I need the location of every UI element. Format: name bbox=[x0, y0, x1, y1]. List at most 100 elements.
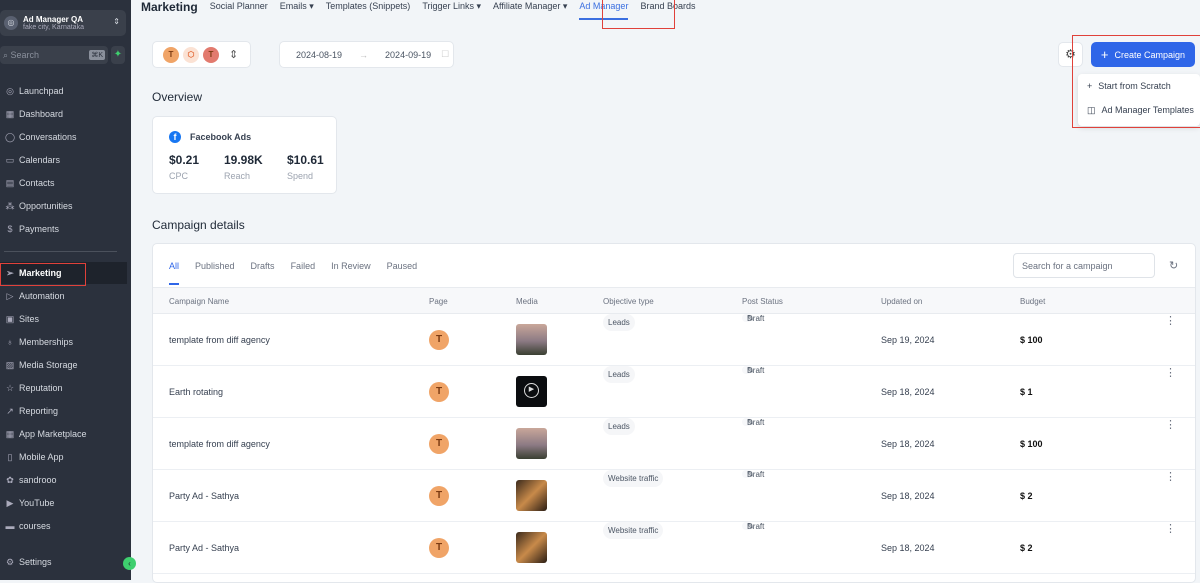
updated-on: Sep 18, 2024 bbox=[881, 543, 935, 553]
image-icon: ▨ bbox=[5, 359, 15, 370]
table-row[interactable]: Party Ad - Sathya T Website traffic ✎ Draft S… bbox=[153, 522, 1195, 574]
campaign-name[interactable]: template from diff agency bbox=[169, 335, 270, 345]
status-label: Draft bbox=[747, 470, 765, 479]
refresh-icon[interactable]: ↻ bbox=[1169, 259, 1178, 272]
facebook-ads-card: f Facebook Ads $0.21 CPC 19.98K Reach $10.61… bbox=[152, 116, 337, 194]
sidebar-search[interactable]: ⌕ Search ⌘K bbox=[0, 46, 108, 64]
campaign-search-input[interactable]: Search for a campaign bbox=[1013, 253, 1155, 278]
table-row[interactable]: Party Ad - Sathya T Website traffic ✎ Draft S… bbox=[153, 470, 1195, 522]
status-label: Draft bbox=[747, 418, 765, 427]
media-thumbnail[interactable]: ▶ bbox=[516, 376, 547, 407]
post-status: ✎ Draft bbox=[742, 418, 764, 427]
date-to: 2024-09-19 bbox=[385, 49, 432, 60]
sidebar: ◎ Ad Manager QA fake city, Karnataka ⇕ ⌕… bbox=[0, 0, 136, 580]
table-row[interactable]: template from diff agency T Leads ✎ Draft Sep… bbox=[153, 418, 1195, 470]
shortcut-badge: ⌘K bbox=[89, 50, 105, 60]
tab-templates-snippets[interactable]: Templates (Snippets) bbox=[326, 0, 411, 12]
media-thumbnail[interactable] bbox=[516, 428, 547, 459]
tab-paused[interactable]: Paused bbox=[387, 261, 418, 271]
tab-emails[interactable]: Emails ▾ bbox=[280, 0, 314, 12]
media-thumbnail[interactable] bbox=[516, 480, 547, 511]
collapse-sidebar-button[interactable]: ‹ bbox=[123, 557, 136, 570]
sidebar-item-label: Opportunities bbox=[19, 201, 73, 211]
tab-drafts[interactable]: Drafts bbox=[251, 261, 275, 271]
sidebar-item-payments[interactable]: $ Payments bbox=[0, 218, 127, 240]
objective-chip: Website traffic bbox=[603, 470, 664, 487]
more-options-icon[interactable]: ⋮ bbox=[1165, 522, 1176, 535]
gear-icon: ⚙ bbox=[5, 556, 15, 567]
sidebar-item-label: Memberships bbox=[19, 337, 74, 347]
award-icon: ♁ bbox=[6, 337, 14, 347]
sidebar-item-launchpad[interactable]: ◎ Launchpad bbox=[0, 80, 127, 102]
youtube-icon: ▶ bbox=[6, 497, 14, 508]
updated-on: Sep 19, 2024 bbox=[881, 335, 935, 345]
more-options-icon[interactable]: ⋮ bbox=[1165, 418, 1176, 431]
chevron-updown-icon: ⇕ bbox=[229, 49, 239, 61]
media-thumbnail[interactable] bbox=[516, 324, 547, 355]
sidebar-item-label: courses bbox=[19, 521, 51, 531]
tab-in-review[interactable]: In Review bbox=[331, 261, 371, 271]
tab-failed[interactable]: Failed bbox=[291, 261, 316, 271]
sidebar-item-conversations[interactable]: ◯ Conversations bbox=[0, 126, 127, 148]
account-filter[interactable]: T ⬡ T ⇕ bbox=[152, 41, 251, 68]
grid-icon: ▦ bbox=[5, 428, 15, 439]
status-label: Draft bbox=[747, 366, 765, 375]
sidebar-item-label: Sites bbox=[19, 314, 40, 324]
tab-social-planner[interactable]: Social Planner bbox=[210, 0, 268, 12]
campaigns-table-card: All Published Drafts Failed In Review Paused … bbox=[152, 243, 1196, 583]
highlight-box bbox=[602, 0, 675, 29]
column-header: Objective type bbox=[603, 297, 654, 306]
sidebar-item-contacts[interactable]: ▤ Contacts bbox=[0, 172, 127, 194]
sidebar-item-reporting[interactable]: ↗ Reporting bbox=[0, 400, 127, 422]
campaign-name[interactable]: Party Ad - Sathya bbox=[169, 491, 239, 501]
sidebar-item-courses[interactable]: ▬ courses bbox=[0, 515, 127, 537]
budget: $ 2 bbox=[1020, 491, 1033, 501]
tab-published[interactable]: Published bbox=[195, 261, 235, 271]
sidebar-item-automation[interactable]: ▷ Automation bbox=[0, 285, 127, 307]
more-options-icon[interactable]: ⋮ bbox=[1165, 314, 1176, 327]
date-range-picker[interactable]: 2024-08-19 → 2024-09-19 ☐ bbox=[279, 41, 454, 68]
budget: $ 2 bbox=[1020, 543, 1033, 553]
sidebar-item-sandrooo[interactable]: ✿ sandrooo bbox=[0, 469, 127, 491]
sidebar-item-dashboard[interactable]: ▦ Dashboard bbox=[0, 103, 127, 125]
brand-logo-icon: ⬡ bbox=[183, 46, 199, 63]
objective-chip: Leads bbox=[603, 366, 635, 383]
status-label: Draft bbox=[747, 314, 765, 323]
sidebar-item-mobile-app[interactable]: ▯ Mobile App bbox=[0, 446, 127, 468]
sidebar-item-opportunities[interactable]: ⁂ Opportunities bbox=[0, 195, 127, 217]
stat-label: Spend bbox=[287, 171, 314, 181]
budget: $ 1 bbox=[1020, 387, 1033, 397]
sidebar-item-memberships[interactable]: ♁ Memberships bbox=[0, 331, 127, 353]
sidebar-item-media-storage[interactable]: ▨ Media Storage bbox=[0, 354, 127, 376]
updated-on: Sep 18, 2024 bbox=[881, 387, 935, 397]
sidebar-item-app-marketplace[interactable]: ▦ App Marketplace bbox=[0, 423, 127, 445]
campaign-name[interactable]: Earth rotating bbox=[169, 387, 223, 397]
more-options-icon[interactable]: ⋮ bbox=[1165, 470, 1176, 483]
calendar-icon: ▭ bbox=[5, 154, 15, 165]
tab-trigger-links[interactable]: Trigger Links ▾ bbox=[422, 0, 481, 12]
platform-name: Facebook Ads bbox=[190, 132, 252, 142]
account-switcher[interactable]: ◎ Ad Manager QA fake city, Karnataka ⇕ bbox=[0, 10, 126, 36]
campaign-name[interactable]: template from diff agency bbox=[169, 439, 270, 449]
sidebar-item-sites[interactable]: ▣ Sites bbox=[0, 308, 127, 330]
stat-cpc: $0.21 CPC bbox=[169, 153, 199, 181]
rocket-icon: ◎ bbox=[6, 85, 14, 96]
chat-icon: ◯ bbox=[4, 131, 16, 142]
table-row[interactable]: Earth rotating T ▶ Leads ✎ Draft Sep 18, 2024 $… bbox=[153, 366, 1195, 418]
sidebar-item-label: YouTube bbox=[19, 498, 55, 508]
media-thumbnail[interactable] bbox=[516, 532, 547, 563]
quick-add-button[interactable]: ✦ bbox=[111, 46, 125, 64]
more-options-icon[interactable]: ⋮ bbox=[1165, 366, 1176, 379]
sidebar-item-reputation[interactable]: ☆ Reputation bbox=[0, 377, 127, 399]
avatar: T bbox=[203, 46, 219, 63]
table-header: Campaign Name Page Media Objective type Post… bbox=[153, 287, 1195, 314]
sidebar-item-settings[interactable]: ⚙ Settings bbox=[0, 551, 127, 573]
campaign-name[interactable]: Party Ad - Sathya bbox=[169, 543, 239, 553]
sidebar-item-youtube[interactable]: ▶ YouTube bbox=[0, 492, 127, 514]
tab-affiliate-manager[interactable]: Affiliate Manager ▾ bbox=[493, 0, 567, 12]
sidebar-item-calendars[interactable]: ▭ Calendars bbox=[0, 149, 127, 171]
tab-all[interactable]: All bbox=[169, 261, 180, 285]
table-row[interactable]: template from diff agency T Leads ✎ Draft Sep… bbox=[153, 314, 1195, 366]
highlight-box bbox=[0, 263, 86, 286]
page-avatar: T bbox=[429, 330, 449, 350]
